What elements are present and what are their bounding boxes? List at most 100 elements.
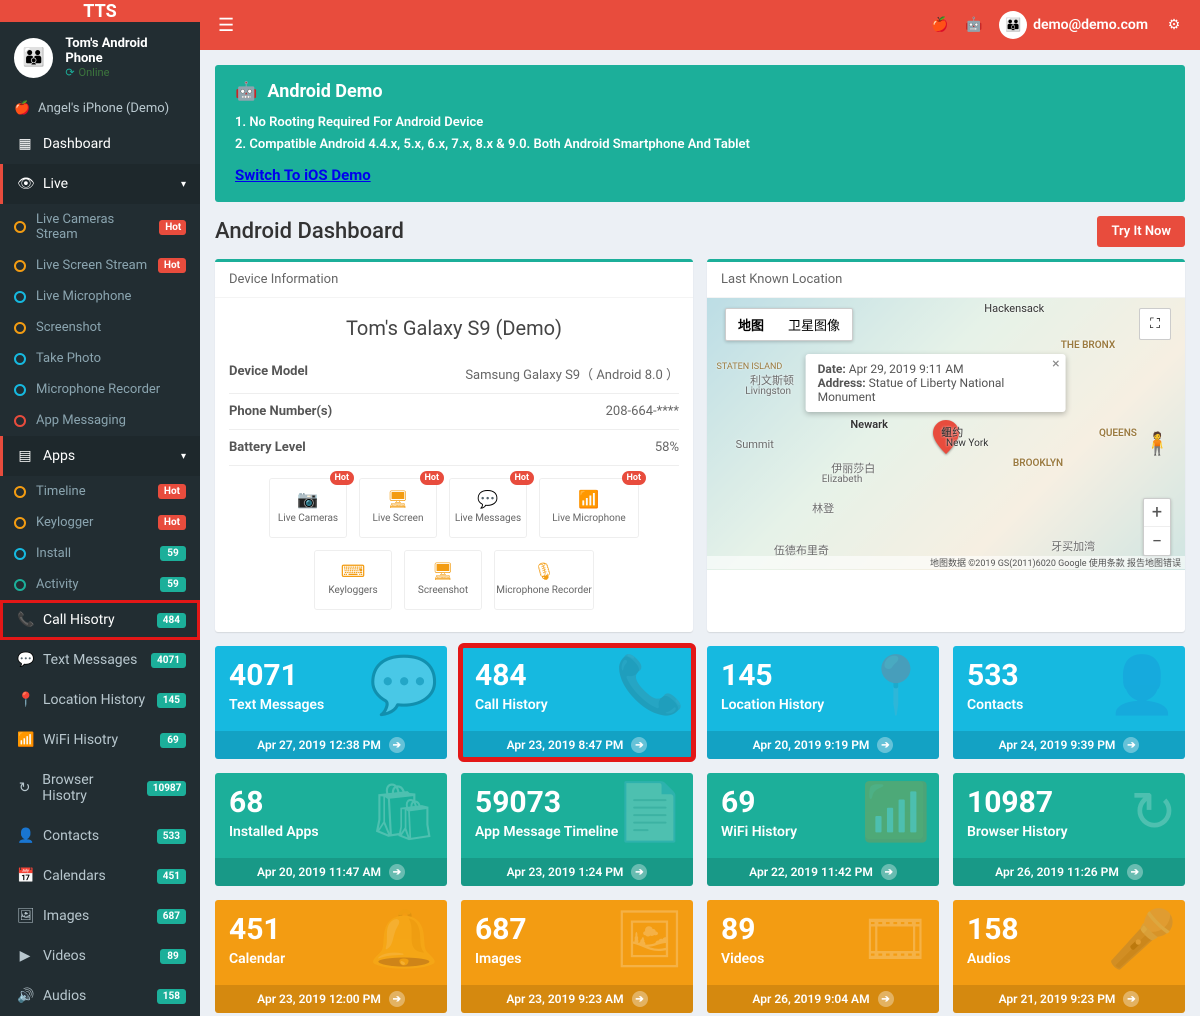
stat-card[interactable]: 4071Text Messages💬Apr 27, 2019 12:38 PM➔: [215, 646, 447, 759]
zoom-out-button[interactable]: −: [1144, 527, 1170, 555]
pegman-icon[interactable]: 🧍: [1144, 432, 1171, 457]
fullscreen-icon[interactable]: ⛶: [1139, 308, 1171, 340]
map-type-map[interactable]: 地图: [726, 309, 776, 340]
stat-timestamp: Apr 20, 2019 9:19 PM: [753, 738, 870, 752]
sidebar-item-call-history[interactable]: 📞 Call Hisotry 484: [0, 600, 200, 640]
sidebar-item[interactable]: 📶WiFi Hisotry69: [0, 720, 200, 760]
map[interactable]: 地图 卫星图像 ⛶ × Date: Apr 29, 2019 9:11 AM A…: [707, 298, 1185, 570]
sidebar-item-dashboard[interactable]: ▦ Dashboard: [0, 124, 200, 164]
item-icon: 📅: [17, 868, 33, 884]
hamburger-icon[interactable]: ☰: [218, 15, 234, 36]
quick-action[interactable]: ⌨Keyloggers: [314, 550, 392, 610]
stat-card[interactable]: 68Installed Apps🛍Apr 20, 2019 11:47 AM➔: [215, 773, 447, 886]
stat-footer[interactable]: Apr 24, 2019 9:39 PM➔: [953, 731, 1185, 759]
stat-card[interactable]: 484Call History📞Apr 23, 2019 8:47 PM➔: [461, 646, 693, 759]
stat-footer[interactable]: Apr 23, 2019 1:24 PM➔: [461, 858, 693, 886]
stat-card[interactable]: 59073App Message Timeline📄Apr 23, 2019 1…: [461, 773, 693, 886]
sidebar-subitem[interactable]: TimelineHot: [0, 476, 200, 507]
sidebar-subitem[interactable]: Live Cameras StreamHot: [0, 204, 200, 250]
stat-timestamp: Apr 20, 2019 11:47 AM: [257, 865, 381, 879]
sidebar-item[interactable]: 📍Location History145: [0, 680, 200, 720]
call-history-label: Call Hisotry: [43, 612, 115, 628]
item-label: Text Messages: [43, 652, 137, 668]
stat-card[interactable]: 145Location History📍Apr 20, 2019 9:19 PM…: [707, 646, 939, 759]
quick-action[interactable]: Hot🖥Live Screen: [359, 478, 437, 538]
stat-card[interactable]: 533Contacts👤Apr 24, 2019 9:39 PM➔: [953, 646, 1185, 759]
stat-card[interactable]: 69WiFi History📶Apr 22, 2019 11:42 PM➔: [707, 773, 939, 886]
item-label: Videos: [43, 948, 86, 964]
sidebar-subitem[interactable]: Live Microphone: [0, 281, 200, 312]
quick-action[interactable]: Hot📶Live Microphone: [539, 478, 639, 538]
sidebar-subitem[interactable]: KeyloggerHot: [0, 507, 200, 538]
stat-card[interactable]: 687Images🖼Apr 23, 2019 9:23 AM➔: [461, 900, 693, 1013]
badge: 59: [160, 546, 186, 561]
topbar: ☰ 🍎 🤖 👪 demo@demo.com ⚙: [200, 0, 1200, 50]
sidebar-subitem[interactable]: Live Screen StreamHot: [0, 250, 200, 281]
map-info-window: × Date: Apr 29, 2019 9:11 AM Address: St…: [806, 354, 1066, 412]
sidebar-subitem[interactable]: Microphone Recorder: [0, 374, 200, 405]
sidebar-item[interactable]: 💬Text Messages4071: [0, 640, 200, 680]
stat-timestamp: Apr 27, 2019 12:38 PM: [257, 738, 381, 752]
try-it-button[interactable]: Try It Now: [1097, 216, 1185, 247]
sidebar-item[interactable]: ↻Browser Hisotry10987: [0, 760, 200, 816]
stat-footer[interactable]: Apr 27, 2019 12:38 PM➔: [215, 731, 447, 759]
quick-actions: Hot📷Live CamerasHot🖥Live ScreenHot💬Live …: [229, 466, 679, 622]
apple-icon[interactable]: 🍎: [931, 17, 947, 33]
item-icon: 🔊: [17, 988, 33, 1004]
stat-footer[interactable]: Apr 23, 2019 12:00 PM➔: [215, 985, 447, 1013]
sidebar-subitem[interactable]: Install59: [0, 538, 200, 569]
sidebar-subitem[interactable]: Take Photo: [0, 343, 200, 374]
sidebar-section-apps[interactable]: ▤ Apps ▾: [0, 436, 200, 476]
stat-footer[interactable]: Apr 23, 2019 8:47 PM➔: [461, 731, 693, 759]
sidebar-subitem[interactable]: Activity59: [0, 569, 200, 600]
quick-action[interactable]: Hot📷Live Cameras: [269, 478, 347, 538]
banner: 🤖Android Demo 1. No Rooting Required For…: [215, 65, 1185, 202]
sidebar-item[interactable]: 🔊Audios158: [0, 976, 200, 1016]
zoom-in-button[interactable]: +: [1144, 499, 1170, 527]
stat-footer[interactable]: Apr 23, 2019 9:23 AM➔: [461, 985, 693, 1013]
stat-card[interactable]: 89Videos🎞Apr 26, 2019 9:04 AM➔: [707, 900, 939, 1013]
banner-title: Android Demo: [267, 81, 382, 102]
device-title: Tom's Galaxy S9 (Demo): [229, 316, 679, 340]
quick-label: Live Cameras: [278, 513, 338, 524]
map-type-satellite[interactable]: 卫星图像: [776, 309, 852, 340]
item-label: Location History: [43, 692, 145, 708]
sidebar-subitem[interactable]: Screenshot: [0, 312, 200, 343]
quick-action[interactable]: Hot💬Live Messages: [449, 478, 527, 538]
sidebar-item[interactable]: ▶Videos89: [0, 936, 200, 976]
badge: Hot: [158, 484, 186, 499]
stat-card[interactable]: 451Calendar🔔Apr 23, 2019 12:00 PM➔: [215, 900, 447, 1013]
logo[interactable]: TTS: [0, 0, 200, 22]
android-icon[interactable]: 🤖: [965, 17, 981, 33]
sidebar-item[interactable]: 🖼Images687: [0, 896, 200, 936]
sidebar-subitem[interactable]: App Messaging: [0, 405, 200, 436]
stat-footer[interactable]: Apr 26, 2019 11:26 PM➔: [953, 858, 1185, 886]
switch-demo-link[interactable]: Switch To iOS Demo: [235, 166, 371, 184]
close-icon[interactable]: ×: [1052, 356, 1059, 372]
sidebar-item[interactable]: 📅Calendars451: [0, 856, 200, 896]
sidebar-section-live[interactable]: 👁 Live ▾: [0, 164, 200, 204]
settings-icon[interactable]: ⚙: [1166, 17, 1182, 33]
quick-action[interactable]: 🎙Microphone Recorder: [494, 550, 594, 610]
hot-badge: Hot: [330, 471, 354, 485]
user-panel: 👪 Tom's Android Phone Online: [0, 22, 200, 93]
stat-bg-icon: 🔔: [369, 906, 439, 972]
live-label: Live: [43, 176, 68, 192]
stat-footer[interactable]: Apr 22, 2019 11:42 PM➔: [707, 858, 939, 886]
quick-action[interactable]: 🖥Screenshot: [404, 550, 482, 610]
map-label: Newark: [850, 418, 888, 431]
stat-footer[interactable]: Apr 20, 2019 9:19 PM➔: [707, 731, 939, 759]
dashboard-label: Dashboard: [43, 136, 111, 152]
info-value: Samsung Galaxy S9（ Android 8.0 ）: [465, 364, 679, 383]
sidebar-item-iphone-demo[interactable]: 🍎 Angel's iPhone (Demo): [0, 93, 200, 124]
stat-bg-icon: 📍: [861, 652, 931, 718]
stat-footer[interactable]: Apr 26, 2019 9:04 AM➔: [707, 985, 939, 1013]
sidebar-item[interactable]: 👤Contacts533: [0, 816, 200, 856]
map-type-switch[interactable]: 地图 卫星图像: [725, 308, 853, 341]
stat-card[interactable]: 10987Browser History↻Apr 26, 2019 11:26 …: [953, 773, 1185, 886]
item-icon: 📶: [17, 732, 33, 748]
user-menu[interactable]: 👪 demo@demo.com: [999, 11, 1148, 39]
stat-card[interactable]: 158Audios🎤Apr 21, 2019 9:23 PM➔: [953, 900, 1185, 1013]
stat-footer[interactable]: Apr 20, 2019 11:47 AM➔: [215, 858, 447, 886]
stat-footer[interactable]: Apr 21, 2019 9:23 PM➔: [953, 985, 1185, 1013]
